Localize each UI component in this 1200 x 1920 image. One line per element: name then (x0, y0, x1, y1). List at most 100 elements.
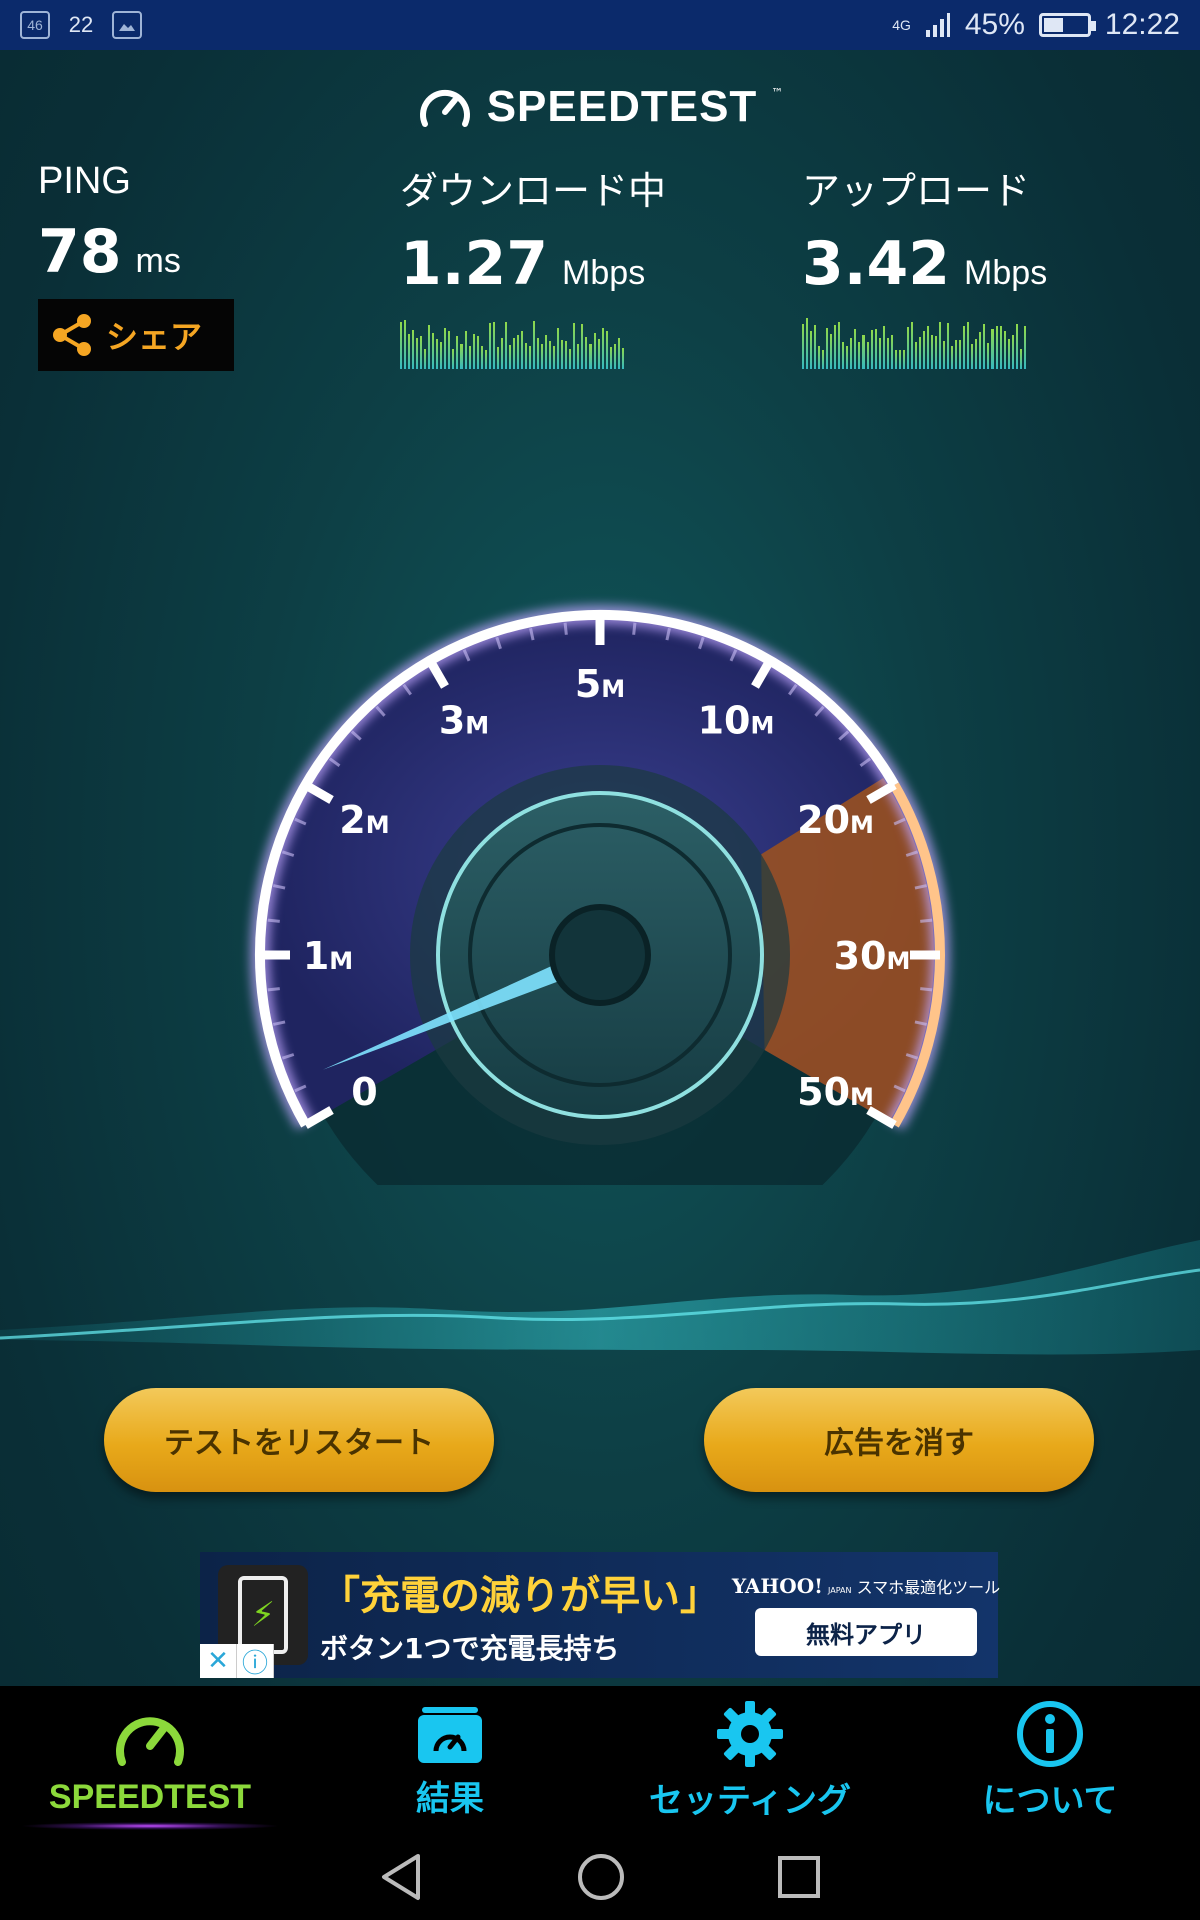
sparkline-bar (468, 346, 471, 369)
gear-icon (717, 1700, 783, 1767)
sparkline-bar (1023, 326, 1026, 369)
sparkline-bar (822, 350, 825, 369)
results-icon (418, 1706, 482, 1763)
sparkline-bar (963, 325, 966, 369)
speedometer-icon (116, 1716, 184, 1766)
remove-ads-button[interactable]: 広告を消す (704, 1388, 1094, 1492)
sparkline-bar (452, 348, 455, 369)
sparkline-bar (951, 345, 954, 369)
tab-label: 結果 (416, 1778, 484, 1819)
image-notification-icon (112, 11, 142, 39)
tab-speedtest[interactable]: SPEEDTEST (0, 1686, 300, 1834)
notification-22-icon: 22 (68, 12, 94, 37)
sparkline-bar (850, 338, 853, 369)
clock: 12:22 (1104, 8, 1180, 41)
gauge-hub (549, 904, 651, 1006)
sparkline-bar (939, 321, 942, 369)
home-icon[interactable] (576, 1852, 626, 1902)
sparkline-bar (444, 327, 447, 369)
sparkline-bar (573, 323, 576, 369)
upload-unit: Mbps (964, 254, 1048, 292)
upload-label: アップロード (802, 171, 1031, 213)
share-button[interactable]: シェア (38, 299, 234, 371)
sparkline-bar (854, 329, 857, 369)
ping-panel: PING 78 ms シェア (38, 160, 234, 371)
ad-subline: ボタン1つで充電長持ち (320, 1632, 620, 1665)
tab-settings[interactable]: セッティング (600, 1686, 900, 1834)
sparkline-bar (878, 337, 881, 369)
ad-headline: 「充電の減りが早い」 (320, 1573, 720, 1619)
signal-icon (925, 13, 950, 37)
sparkline-bar (524, 342, 527, 369)
sparkline-bar (931, 335, 934, 369)
logo-text: SPEEDTEST (486, 82, 758, 131)
sparkline-bar (597, 338, 600, 369)
sparkline-bar (959, 339, 962, 369)
sparkline-bar (838, 321, 841, 369)
sparkline-bar (991, 329, 994, 369)
sparkline-bar (537, 337, 540, 369)
sparkline-bar (416, 337, 419, 369)
sparkline-bar (508, 345, 511, 369)
ad-brand-name: YAHOO! (731, 1574, 823, 1598)
sparkline-bar (569, 348, 572, 369)
sparkline-bar (898, 349, 901, 369)
tab-about[interactable]: について (900, 1686, 1200, 1834)
sparkline-bar (906, 327, 909, 369)
gauge-tick-label: 0 (351, 1070, 377, 1114)
sparkline-bar (902, 350, 905, 369)
sparkline-bar (918, 336, 921, 369)
sparkline-bar (577, 343, 580, 369)
sparkline-bar (894, 349, 897, 369)
network-type: 4G (892, 17, 911, 33)
back-icon[interactable] (378, 1852, 426, 1902)
recents-icon[interactable] (776, 1854, 822, 1900)
ad-cta-button[interactable]: 無料アプリ (755, 1608, 977, 1656)
sparkline-bar (814, 324, 817, 369)
sparkline-bar (492, 321, 495, 369)
sparkline-bar (818, 346, 821, 369)
sparkline-bar (585, 336, 588, 369)
sparkline-bar (561, 340, 564, 369)
sparkline-bar (464, 330, 467, 369)
ad-brand-tag: スマホ最適化ツール (856, 1578, 1001, 1597)
download-value: 1.27 (400, 229, 549, 299)
tab-label: SPEEDTEST (48, 1777, 252, 1816)
sparkline-bar (404, 320, 407, 369)
sparkline-bar (533, 321, 536, 369)
sparkline-bar (866, 341, 869, 369)
sparkline-bar (995, 326, 998, 369)
ad-banner[interactable]: ⚡ 「充電の減りが早い」 ボタン1つで充電長持ち YAHOO! JAPAN スマ… (200, 1552, 1000, 1679)
sparkline-bar (971, 344, 974, 369)
sparkline-bar (480, 345, 483, 369)
sparkline-bar (440, 342, 443, 369)
ad-close-icon[interactable]: ✕ (200, 1644, 237, 1678)
sparkline-bar (846, 346, 849, 369)
upload-panel: アップロード 3.42 Mbps (802, 160, 1047, 369)
sparkline-bar (926, 326, 929, 369)
ad-brand: YAHOO! JAPAN スマホ最適化ツール (732, 1574, 1000, 1598)
gauge-minor-tick (920, 987, 933, 992)
tab-results[interactable]: 結果 (300, 1686, 600, 1834)
sparkline-bar (802, 323, 805, 369)
share-icon (53, 314, 91, 356)
sparkline-bar (581, 324, 584, 369)
sparkline-bar (553, 346, 556, 369)
sparkline-bar (842, 342, 845, 369)
restart-test-button[interactable]: テストをリスタート (104, 1388, 494, 1492)
sparkline-bar (983, 324, 986, 369)
download-label: ダウンロード中 (400, 171, 667, 213)
speedtest-logo: SPEEDTEST ™ (0, 82, 1200, 132)
battery-icon (1038, 13, 1096, 37)
ad-info-icon[interactable]: ⓘ (237, 1644, 274, 1679)
logo-trademark: ™ (771, 86, 784, 100)
share-label: シェア (106, 318, 203, 356)
sparkline-bar (1003, 331, 1006, 369)
sparkline-bar (496, 347, 499, 369)
sparkline-bar (412, 329, 415, 369)
sparkline-bar (1019, 348, 1022, 369)
sparkline-bar (882, 326, 885, 369)
sparkline-bar (609, 346, 612, 369)
sparkline-bar (601, 328, 604, 369)
gauge-minor-tick (563, 622, 568, 635)
